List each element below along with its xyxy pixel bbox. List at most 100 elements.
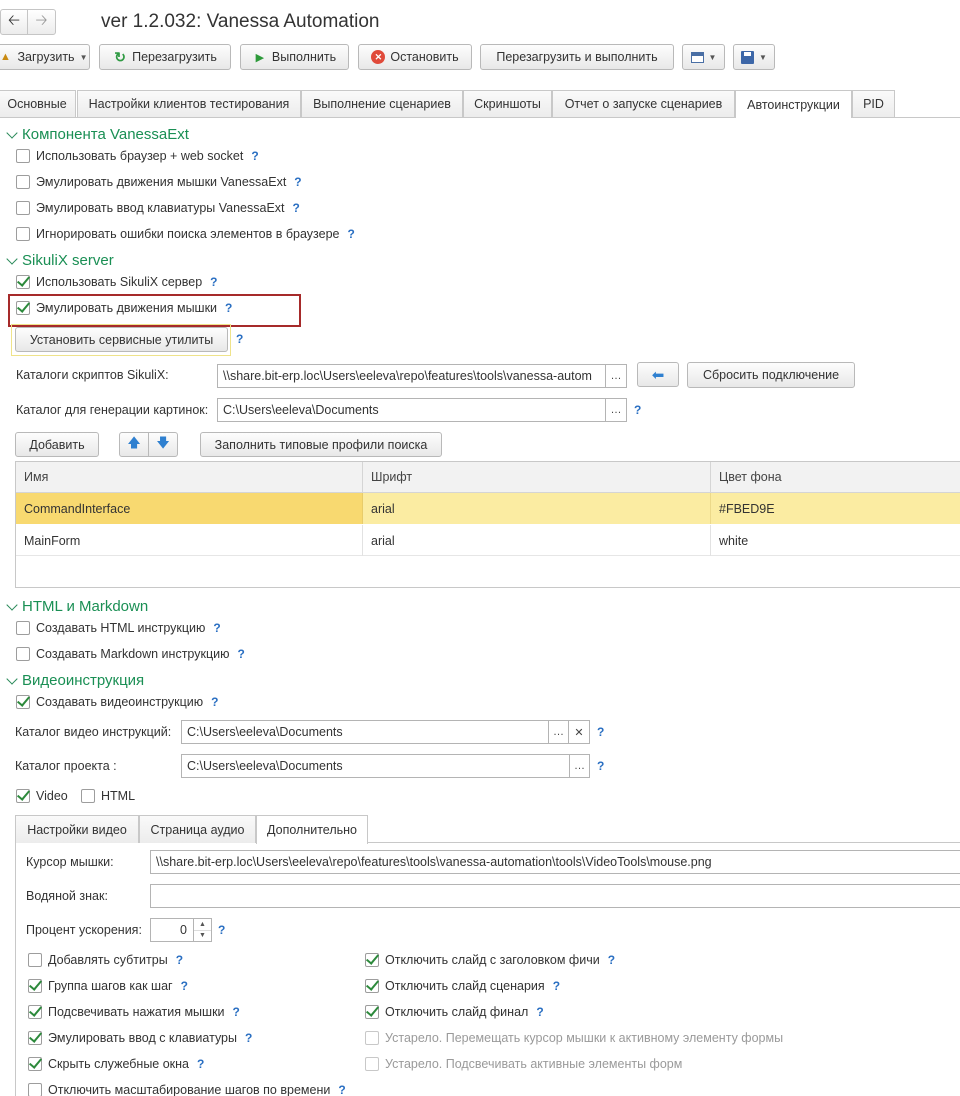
section-vanessaext-header[interactable]: Компонента VanessaExt	[6, 126, 189, 143]
stepper-down-icon[interactable]: ▼	[194, 931, 211, 942]
help-icon[interactable]: ?	[225, 301, 232, 315]
help-icon[interactable]: ?	[237, 647, 244, 661]
checkbox-create-video[interactable]: Создавать видеоинструкцию ?	[16, 695, 219, 709]
tab-pid[interactable]: PID	[852, 90, 895, 117]
tab-test-clients[interactable]: Настройки клиентов тестирования	[77, 90, 301, 117]
table-row[interactable]: MainForm arial white	[16, 525, 960, 556]
checkbox-box[interactable]	[16, 275, 30, 289]
checkbox-box[interactable]	[16, 647, 30, 661]
run-button[interactable]: ▶ Выполнить	[240, 44, 349, 70]
help-icon[interactable]: ?	[293, 201, 300, 215]
checkbox-box[interactable]	[16, 175, 30, 189]
help-icon[interactable]: ?	[347, 227, 354, 241]
video-dir-browse-button[interactable]: …	[548, 720, 569, 744]
help-icon[interactable]: ?	[236, 332, 243, 346]
checkbox-box[interactable]	[16, 789, 30, 803]
checkbox-box[interactable]	[28, 1031, 42, 1045]
reload-run-button[interactable]: Перезагрузить и выполнить	[480, 44, 674, 70]
help-icon[interactable]: ?	[597, 759, 604, 773]
checkbox-box[interactable]	[28, 1083, 42, 1096]
tab-audio-page[interactable]: Страница аудио	[139, 815, 256, 843]
speedup-stepper[interactable]: ▲ ▼	[193, 918, 212, 942]
arrow-left-button[interactable]: ⬅	[637, 362, 679, 387]
project-dir-browse-button[interactable]: …	[569, 754, 590, 778]
move-down-button[interactable]: 🡇	[148, 432, 178, 457]
move-up-button[interactable]: 🡅	[119, 432, 149, 457]
section-sikulix-header[interactable]: SikuliX server	[6, 252, 114, 269]
help-icon[interactable]: ?	[218, 923, 225, 937]
help-icon[interactable]: ?	[210, 275, 217, 289]
checkbox-box[interactable]	[28, 1057, 42, 1071]
column-header-bg[interactable]: Цвет фона	[711, 462, 960, 493]
section-video-header[interactable]: Видеоинструкция	[6, 672, 144, 689]
checkbox-box[interactable]	[81, 789, 95, 803]
load-button[interactable]: ▲ Загрузить ▼	[0, 44, 90, 70]
cursor-input[interactable]: \\share.bit-erp.loc\Users\eeleva\repo\fe…	[150, 850, 960, 874]
help-icon[interactable]: ?	[245, 1031, 252, 1045]
checkbox-ignore-browser-errors[interactable]: Игнорировать ошибки поиска элементов в б…	[16, 227, 355, 241]
checkbox-emulate-mouse[interactable]: Эмулировать движения мышки ?	[16, 301, 232, 315]
checkbox-box[interactable]	[16, 695, 30, 709]
checkbox-emulate-keyboard[interactable]: Эмулировать ввод с клавиатуры ?	[28, 1031, 252, 1045]
checkbox-create-html[interactable]: Создавать HTML инструкцию ?	[16, 621, 221, 635]
tab-scenario-run[interactable]: Выполнение сценариев	[301, 90, 463, 117]
tab-run-report[interactable]: Отчет о запуске сценариев	[552, 90, 735, 117]
help-icon[interactable]: ?	[553, 979, 560, 993]
save-menu-button[interactable]: ▼	[733, 44, 775, 70]
checkbox-disable-step-scaling[interactable]: Отключить масштабирование шагов по време…	[28, 1083, 346, 1096]
tab-main[interactable]: Основные	[0, 90, 76, 117]
checkbox-box[interactable]	[28, 953, 42, 967]
forward-button[interactable]: 🡢	[28, 10, 55, 34]
help-icon[interactable]: ?	[294, 175, 301, 189]
stop-button[interactable]: ✕ Остановить	[358, 44, 472, 70]
help-icon[interactable]: ?	[251, 149, 258, 163]
checkbox-create-markdown[interactable]: Создавать Markdown инструкцию ?	[16, 647, 245, 661]
help-icon[interactable]: ?	[176, 953, 183, 967]
table-row[interactable]: CommandInterface arial #FBED9E	[16, 493, 960, 524]
reload-button[interactable]: ↻ Перезагрузить	[99, 44, 231, 70]
back-button[interactable]: 🡠	[1, 10, 29, 34]
checkbox-box[interactable]	[28, 979, 42, 993]
checkbox-browser-websocket[interactable]: Использовать браузер + web socket ?	[16, 149, 259, 163]
help-icon[interactable]: ?	[634, 403, 641, 417]
help-icon[interactable]: ?	[211, 695, 218, 709]
help-icon[interactable]: ?	[233, 1005, 240, 1019]
scripts-dir-browse-button[interactable]: …	[605, 364, 627, 388]
checkbox-add-subtitles[interactable]: Добавлять субтитры ?	[28, 953, 183, 967]
tab-auto-instructions[interactable]: Автоинструкции	[735, 90, 852, 118]
help-icon[interactable]: ?	[181, 979, 188, 993]
help-icon[interactable]: ?	[608, 953, 615, 967]
checkbox-emulate-keyboard-ext[interactable]: Эмулировать ввод клавиатуры VanessaExt ?	[16, 201, 300, 215]
column-header-font[interactable]: Шрифт	[363, 462, 711, 493]
checkbox-group-steps[interactable]: Группа шагов как шаг ?	[28, 979, 188, 993]
checkbox-disable-scenario-slide[interactable]: Отключить слайд сценария ?	[365, 979, 560, 993]
checkbox-hide-service-windows[interactable]: Скрыть служебные окна ?	[28, 1057, 204, 1071]
checkbox-box[interactable]	[365, 1005, 379, 1019]
checkbox-box[interactable]	[28, 1005, 42, 1019]
checkbox-use-sikulix[interactable]: Использовать SikuliX сервер ?	[16, 275, 218, 289]
checkbox-box[interactable]	[16, 149, 30, 163]
checkbox-box[interactable]	[16, 201, 30, 215]
checkbox-box[interactable]	[365, 953, 379, 967]
fill-profiles-button[interactable]: Заполнить типовые профили поиска	[200, 432, 442, 457]
checkbox-highlight-clicks[interactable]: Подсвечивать нажатия мышки ?	[28, 1005, 240, 1019]
project-dir-input[interactable]: C:\Users\eeleva\Documents	[181, 754, 570, 778]
video-dir-input[interactable]: C:\Users\eeleva\Documents	[181, 720, 549, 744]
checkbox-html[interactable]: HTML	[81, 789, 135, 803]
section-html-header[interactable]: HTML и Markdown	[6, 598, 148, 615]
checkbox-box[interactable]	[16, 301, 30, 315]
checkbox-video[interactable]: Video	[16, 789, 68, 803]
tab-video-settings[interactable]: Настройки видео	[15, 815, 139, 843]
scripts-dir-input[interactable]: \\share.bit-erp.loc\Users\eeleva\repo\fe…	[217, 364, 606, 388]
tab-additional[interactable]: Дополнительно	[256, 815, 368, 844]
help-icon[interactable]: ?	[597, 725, 604, 739]
checkbox-emulate-mouse-ext[interactable]: Эмулировать движения мышки VanessaExt ?	[16, 175, 302, 189]
help-icon[interactable]: ?	[213, 621, 220, 635]
checkbox-box[interactable]	[16, 621, 30, 635]
reset-connection-button[interactable]: Сбросить подключение	[687, 362, 855, 388]
tab-screenshots[interactable]: Скриншоты	[463, 90, 552, 117]
add-button[interactable]: Добавить	[15, 432, 99, 457]
checkbox-disable-final-slide[interactable]: Отключить слайд финал ?	[365, 1005, 544, 1019]
help-icon[interactable]: ?	[338, 1083, 345, 1096]
images-dir-browse-button[interactable]: …	[605, 398, 627, 422]
